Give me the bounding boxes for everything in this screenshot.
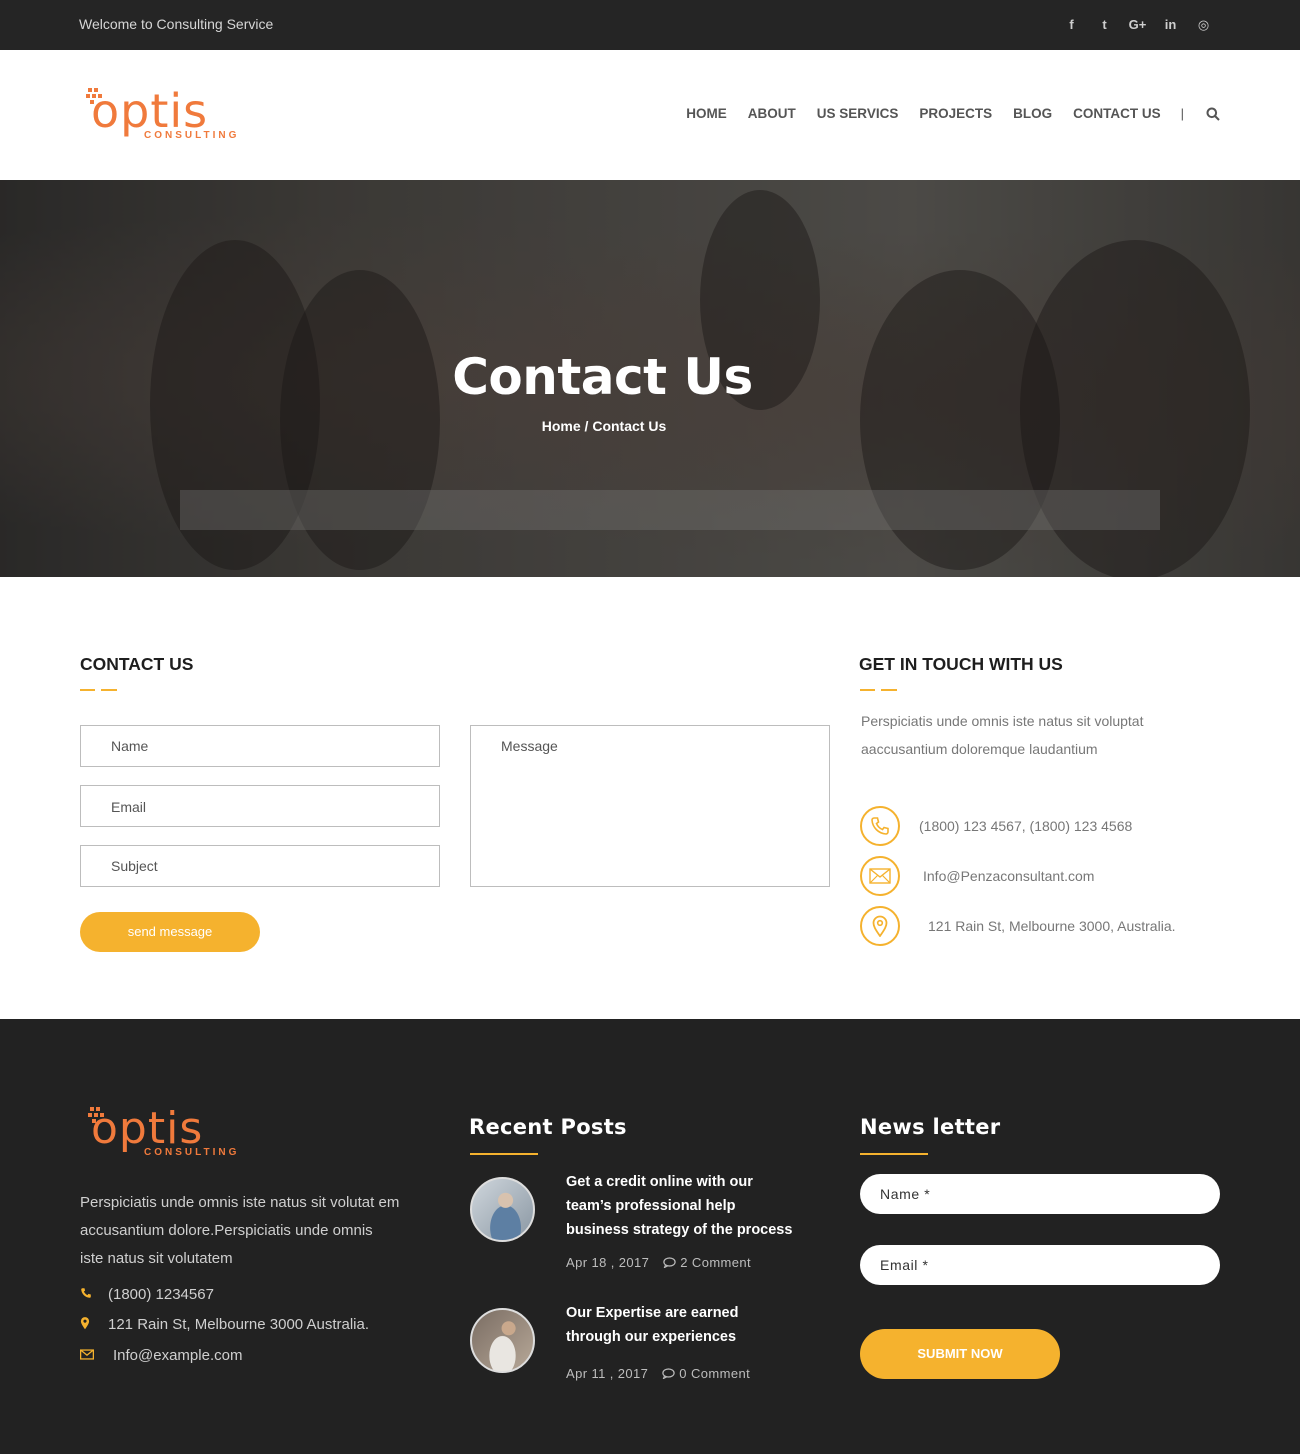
nav-about[interactable]: ABOUT <box>748 106 796 121</box>
title-underline <box>860 689 897 691</box>
contact-address: 121 Rain St, Melbourne 3000, Australia. <box>860 906 1176 946</box>
get-in-touch-title: GET IN TOUCH WITH US <box>859 654 1063 674</box>
email-input[interactable]: Email <box>80 785 440 827</box>
nav-home[interactable]: HOME <box>686 106 727 121</box>
social-links: f t G+ in ◎ <box>1055 17 1220 33</box>
email-text[interactable]: Info@Penzaconsultant.com <box>923 868 1094 884</box>
map-pin-icon <box>80 1316 108 1333</box>
message-textarea[interactable]: Message <box>470 725 830 887</box>
twitter-icon[interactable]: t <box>1088 17 1121 33</box>
footer-email: Info@example.com <box>80 1347 242 1364</box>
message-placeholder: Message <box>501 738 558 754</box>
site-logo[interactable]: OPTIS CONSULTING <box>86 88 246 144</box>
post-title[interactable]: Get a credit online with our team’s prof… <box>566 1170 796 1242</box>
name-placeholder: Name <box>111 738 149 754</box>
logo-wordmark: OPTIS <box>91 1103 204 1154</box>
phone-icon <box>80 1287 108 1302</box>
newsletter-title: News letter <box>860 1115 1001 1139</box>
name-input[interactable]: Name <box>80 725 440 767</box>
linkedin-icon[interactable]: in <box>1154 17 1187 33</box>
nav-projects[interactable]: PROJECTS <box>919 106 992 121</box>
send-message-button[interactable]: send message <box>80 912 260 952</box>
footer-phone-text: (1800) 1234567 <box>108 1286 214 1303</box>
post-date: Apr 11 , 2017 <box>566 1366 649 1381</box>
footer-phone: (1800) 1234567 <box>80 1286 214 1303</box>
instagram-icon[interactable]: ◎ <box>1187 17 1220 33</box>
post-thumbnail[interactable] <box>470 1177 535 1242</box>
post-meta: Apr 18 , 2017 2 Comment <box>566 1255 751 1270</box>
post-comments[interactable]: 0 Comment <box>662 1366 750 1381</box>
map-pin-icon <box>860 906 900 946</box>
footer-logo[interactable]: OPTIS CONSULTING <box>88 1107 248 1163</box>
recent-posts-title: Recent Posts <box>469 1115 627 1139</box>
site-header: OPTIS CONSULTING HOME ABOUT US SERVICS P… <box>0 50 1300 180</box>
title-underline <box>80 689 117 691</box>
nav-blog[interactable]: BLOG <box>1013 106 1052 121</box>
nav-services[interactable]: US SERVICS <box>817 106 899 121</box>
get-in-touch-text: Perspiciatis unde omnis iste natus sit v… <box>861 713 1144 757</box>
footer-address-text: 121 Rain St, Melbourne 3000 Australia. <box>108 1316 369 1333</box>
newsletter-email-input[interactable]: Email * <box>860 1245 1220 1285</box>
subject-input[interactable]: Subject <box>80 845 440 887</box>
title-underline <box>470 1153 538 1155</box>
post-date: Apr 18 , 2017 <box>566 1255 650 1270</box>
post-meta: Apr 11 , 2017 0 Comment <box>566 1366 750 1381</box>
post-title[interactable]: Our Expertise are earned through our exp… <box>566 1301 796 1349</box>
phone-icon <box>860 806 900 846</box>
footer-address: 121 Rain St, Melbourne 3000 Australia. <box>80 1316 369 1333</box>
logo-tagline: CONSULTING <box>144 1147 240 1158</box>
site-footer: OPTIS CONSULTING Perspiciatis unde omnis… <box>0 1019 1300 1454</box>
footer-email-text[interactable]: Info@example.com <box>113 1347 242 1364</box>
comment-count: 0 Comment <box>679 1366 751 1381</box>
facebook-icon[interactable]: f <box>1055 17 1088 33</box>
search-icon[interactable] <box>1206 107 1220 121</box>
hero-banner: Contact Us Home / Contact Us <box>0 180 1300 577</box>
envelope-icon <box>860 856 900 896</box>
google-plus-icon[interactable]: G+ <box>1121 17 1154 33</box>
email-placeholder: Email <box>111 799 147 815</box>
post-comments[interactable]: 2 Comment <box>663 1255 751 1270</box>
page-title: Contact Us <box>452 348 753 406</box>
address-text: 121 Rain St, Melbourne 3000, Australia. <box>928 918 1176 934</box>
logo-tagline: CONSULTING <box>144 130 240 141</box>
logo-wordmark: OPTIS <box>91 84 209 138</box>
nav-contact[interactable]: CONTACT US <box>1073 106 1161 121</box>
footer-description: Perspiciatis unde omnis iste natus sit v… <box>80 1194 400 1267</box>
submit-now-button[interactable]: SUBMIT NOW <box>860 1329 1060 1379</box>
comment-icon <box>662 1368 675 1379</box>
subject-placeholder: Subject <box>111 858 158 874</box>
contact-form-title: CONTACT US <box>80 654 194 674</box>
top-bar: Welcome to Consulting Service f t G+ in … <box>0 0 1300 50</box>
welcome-text: Welcome to Consulting Service <box>79 16 274 32</box>
newsletter-name-input[interactable]: Name * <box>860 1174 1220 1214</box>
envelope-icon <box>80 1348 113 1363</box>
post-thumbnail[interactable] <box>470 1308 535 1373</box>
main-nav: HOME ABOUT US SERVICS PROJECTS BLOG CONT… <box>665 106 1220 121</box>
contact-phone: (1800) 123 4567, (1800) 123 4568 <box>860 806 1132 846</box>
phone-text: (1800) 123 4567, (1800) 123 4568 <box>919 818 1133 834</box>
contact-email: Info@Penzaconsultant.com <box>860 856 1094 896</box>
nav-separator: | <box>1180 106 1184 121</box>
comment-icon <box>663 1257 676 1268</box>
title-underline <box>860 1153 928 1155</box>
breadcrumb: Home / Contact Us <box>541 418 667 434</box>
comment-count: 2 Comment <box>680 1255 752 1270</box>
